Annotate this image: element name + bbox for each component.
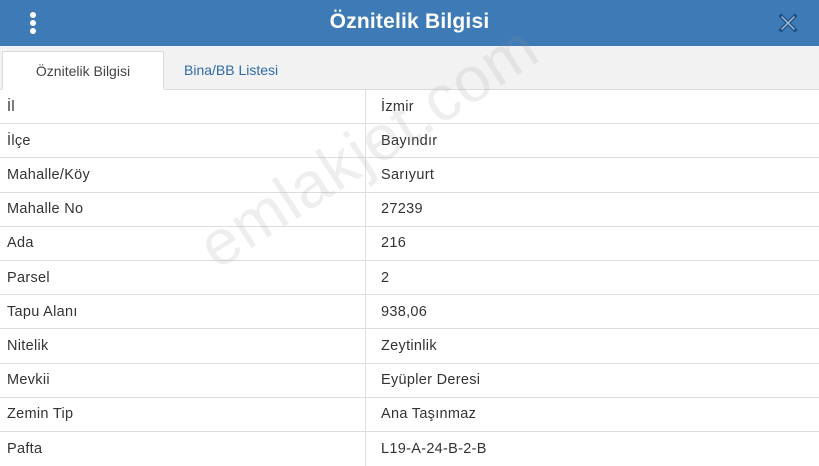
window-title: Öznitelik Bilgisi xyxy=(329,10,490,33)
attribute-value: 27239 xyxy=(381,201,423,218)
table-row: Mevkii Eyüpler Deresi xyxy=(0,363,819,398)
attribute-key: İl xyxy=(0,90,366,124)
attribute-value: Sarıyurt xyxy=(381,166,435,183)
attribute-key: İlçe xyxy=(0,124,366,158)
attribute-key: Tapu Alanı xyxy=(0,295,366,329)
close-icon[interactable] xyxy=(779,14,797,32)
table-row: İl İzmir xyxy=(0,90,819,125)
attribute-key: Mahalle No xyxy=(0,192,366,226)
attribute-value: Eyüpler Deresi xyxy=(381,372,481,389)
attribute-value: 938,06 xyxy=(381,303,428,320)
attribute-key: Pafta xyxy=(0,431,366,466)
table-row: Parsel 2 xyxy=(0,260,819,296)
table-row: İlçe Bayındır xyxy=(0,124,819,159)
attribute-value: Zeytinlik xyxy=(381,337,437,354)
attribute-value: İzmir xyxy=(381,98,414,115)
attribute-value: L19-A-24-B-2-B xyxy=(381,440,487,457)
table-row: Mahalle No 27239 xyxy=(0,192,819,227)
table-row: Nitelik Zeytinlik xyxy=(0,329,819,364)
title-bar: Öznitelik Bilgisi xyxy=(0,0,819,46)
attribute-info-window: Öznitelik Bilgisi Öznitelik Bilgisi Bina… xyxy=(0,0,819,466)
table-row: Zemin Tip Ana Taşınmaz xyxy=(0,397,819,432)
attribute-key: Mevkii xyxy=(0,363,366,397)
attribute-key: Parsel xyxy=(0,260,366,295)
attribute-key: Mahalle/Köy xyxy=(0,158,366,192)
tab-building-list[interactable]: Bina/BB Listesi xyxy=(170,51,292,90)
tab-attribute-info[interactable]: Öznitelik Bilgisi xyxy=(2,51,164,90)
attribute-key: Ada xyxy=(0,226,366,260)
attribute-key: Zemin Tip xyxy=(0,397,366,431)
table-row: Tapu Alanı 938,06 xyxy=(0,295,819,330)
attribute-table: İl İzmir İlçe Bayındır Mahalle/Köy Sarıy… xyxy=(0,90,819,466)
table-row: Pafta L19-A-24-B-2-B xyxy=(0,431,819,466)
attribute-value: 216 xyxy=(381,235,407,252)
tab-bar: Öznitelik Bilgisi Bina/BB Listesi xyxy=(0,46,819,90)
table-row: Ada 216 xyxy=(0,226,819,261)
table-row: Mahalle/Köy Sarıyurt xyxy=(0,158,819,193)
attribute-value: Ana Taşınmaz xyxy=(381,406,477,423)
attribute-key: Nitelik xyxy=(0,329,366,363)
attribute-value: Bayındır xyxy=(381,132,438,149)
attribute-value: 2 xyxy=(381,269,390,286)
